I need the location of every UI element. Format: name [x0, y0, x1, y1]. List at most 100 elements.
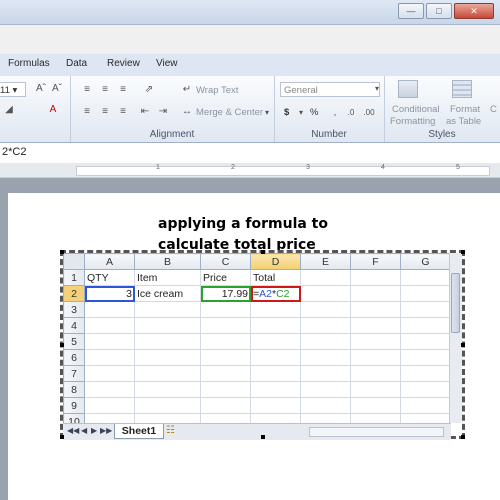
cell[interactable] [250, 381, 301, 398]
resize-handle[interactable] [261, 435, 265, 439]
cell-g2[interactable] [400, 285, 451, 302]
cell[interactable] [200, 317, 251, 334]
cell-f2[interactable] [350, 285, 401, 302]
align-right-icon[interactable]: ≡ [116, 106, 130, 118]
cell[interactable] [134, 333, 201, 350]
cell[interactable] [200, 365, 251, 382]
cell[interactable] [400, 317, 451, 334]
cell[interactable] [400, 381, 451, 398]
cell-d1[interactable]: Total [250, 269, 301, 286]
row-header-8[interactable]: 8 [63, 381, 85, 398]
cell[interactable] [350, 333, 401, 350]
cell[interactable] [300, 333, 351, 350]
wrap-text-button[interactable]: Wrap Text [196, 85, 238, 96]
cell[interactable] [350, 349, 401, 366]
conditional-formatting-label-1[interactable]: Conditional [392, 104, 440, 115]
align-middle-icon[interactable]: ≡ [98, 84, 112, 96]
cell[interactable] [300, 301, 351, 318]
merge-center-icon[interactable]: ↔ [180, 106, 194, 118]
cell[interactable] [400, 301, 451, 318]
cell[interactable] [400, 397, 451, 414]
align-top-icon[interactable]: ≡ [80, 84, 94, 96]
cell[interactable] [134, 397, 201, 414]
row-header-7[interactable]: 7 [63, 365, 85, 382]
cell-b2[interactable]: Ice cream [134, 285, 201, 302]
prev-sheet-icon[interactable]: ◀ [81, 426, 87, 435]
column-header-g[interactable]: G [400, 253, 451, 270]
cell[interactable] [400, 349, 451, 366]
row-header-2[interactable]: 2 [63, 285, 85, 302]
row-header-1[interactable]: 1 [63, 269, 85, 286]
cell[interactable] [350, 301, 401, 318]
tab-review[interactable]: Review [107, 58, 140, 69]
vertical-scrollbar[interactable] [449, 253, 462, 423]
decrease-decimal-icon[interactable]: .00 [362, 107, 376, 119]
cell[interactable] [200, 301, 251, 318]
resize-handle[interactable] [60, 435, 64, 439]
cell-e2[interactable] [300, 285, 351, 302]
minimize-icon[interactable]: — [398, 3, 424, 19]
row-header-5[interactable]: 5 [63, 333, 85, 350]
cell[interactable] [84, 317, 135, 334]
cell[interactable] [200, 397, 251, 414]
cell[interactable] [350, 397, 401, 414]
cell[interactable] [300, 349, 351, 366]
resize-handle[interactable] [261, 250, 265, 254]
insert-sheet-icon[interactable]: ☷ [166, 425, 175, 436]
cell[interactable] [250, 301, 301, 318]
next-sheet-icon[interactable]: ▶ [91, 426, 97, 435]
cell[interactable] [134, 317, 201, 334]
column-header-c[interactable]: C [200, 253, 251, 270]
cell[interactable] [84, 381, 135, 398]
close-icon[interactable]: ✕ [454, 3, 494, 19]
cell[interactable] [250, 365, 301, 382]
first-sheet-icon[interactable]: ◀◀ [67, 426, 79, 435]
sheet-tab-sheet1[interactable]: Sheet1 [114, 424, 164, 439]
cell[interactable] [200, 349, 251, 366]
cell[interactable] [200, 333, 251, 350]
comma-style-icon[interactable]: ‚ [328, 107, 342, 119]
column-header-f[interactable]: F [350, 253, 401, 270]
resize-handle[interactable] [461, 250, 465, 254]
cell[interactable] [84, 301, 135, 318]
cell[interactable] [134, 349, 201, 366]
cell[interactable] [300, 381, 351, 398]
cell[interactable] [250, 317, 301, 334]
shrink-font-icon[interactable]: Aˇ [50, 83, 64, 95]
cell-g1[interactable] [400, 269, 451, 286]
font-color-icon[interactable]: A [46, 104, 60, 116]
increase-decimal-icon[interactable]: .0 [344, 107, 358, 119]
column-header-d[interactable]: D [250, 253, 301, 270]
grow-font-icon[interactable]: Aˆ [34, 83, 48, 95]
cell-c1[interactable]: Price [200, 269, 251, 286]
tab-formulas[interactable]: Formulas [8, 58, 50, 69]
merge-center-button[interactable]: Merge & Center [196, 107, 263, 118]
column-header-a[interactable]: A [84, 253, 135, 270]
align-left-icon[interactable]: ≡ [80, 106, 94, 118]
row-header-6[interactable]: 6 [63, 349, 85, 366]
format-as-table-label-2[interactable]: as Table [446, 116, 481, 127]
last-sheet-icon[interactable]: ▶▶ [100, 426, 112, 435]
resize-handle[interactable] [60, 343, 64, 347]
cell[interactable] [400, 333, 451, 350]
select-all-corner[interactable] [63, 253, 85, 270]
currency-dropdown-icon[interactable]: ▾ [294, 107, 308, 119]
wrap-text-icon[interactable]: ↵ [180, 84, 194, 96]
formula-bar[interactable]: 2*C2 [0, 143, 500, 164]
row-header-3[interactable]: 3 [63, 301, 85, 318]
resize-handle[interactable] [461, 435, 465, 439]
cell[interactable] [300, 365, 351, 382]
cell[interactable] [134, 381, 201, 398]
cell-styles-label[interactable]: C [490, 104, 497, 115]
decrease-indent-icon[interactable]: ⇤ [138, 106, 152, 118]
fill-color-icon[interactable]: ◢ [2, 104, 16, 116]
cell[interactable] [134, 301, 201, 318]
cell[interactable] [134, 365, 201, 382]
align-bottom-icon[interactable]: ≡ [116, 84, 130, 96]
cell[interactable] [84, 333, 135, 350]
cell[interactable] [300, 317, 351, 334]
orientation-icon[interactable]: ⇗ [142, 84, 156, 96]
cell-a2[interactable]: 3 [84, 285, 135, 302]
cell-f1[interactable] [350, 269, 401, 286]
cell-a1[interactable]: QTY [84, 269, 135, 286]
